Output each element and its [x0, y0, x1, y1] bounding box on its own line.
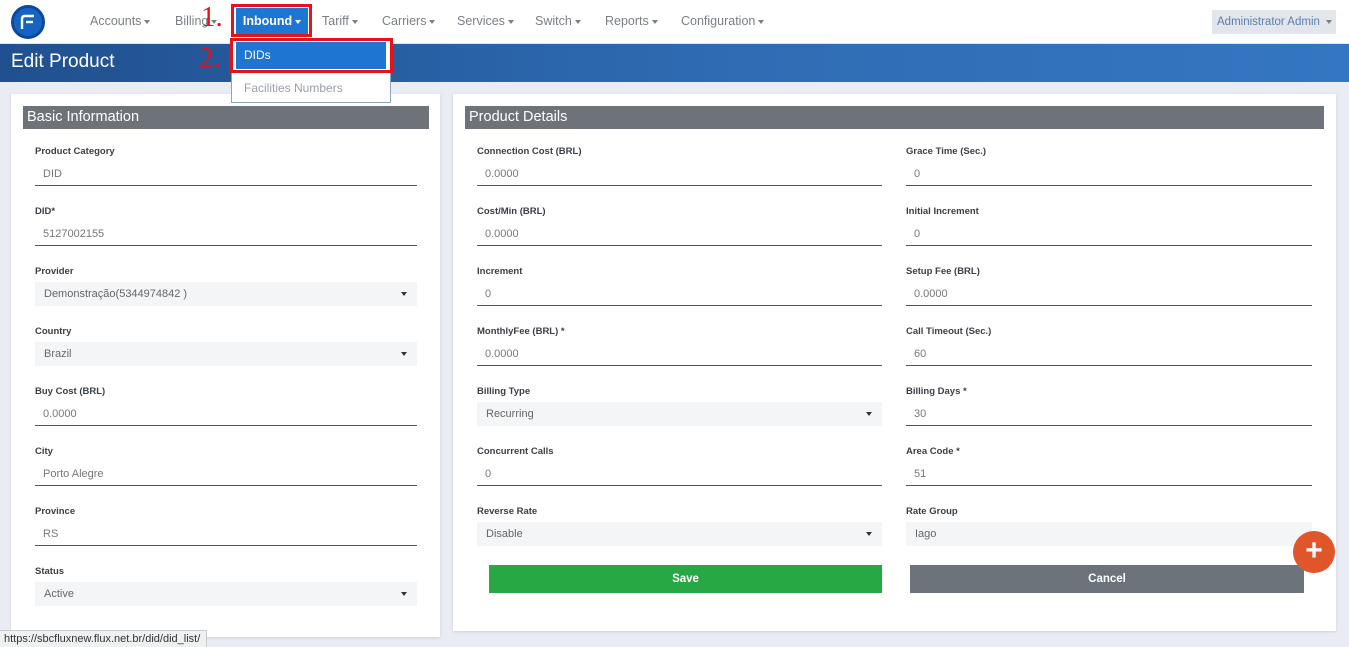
billing-days-label: Billing Days * — [906, 386, 967, 397]
annotation-step-1: 1. — [201, 1, 223, 33]
add-fab-button[interactable]: + — [1293, 531, 1335, 573]
chevron-down-icon — [401, 292, 407, 296]
connection-cost-label: Connection Cost (BRL) — [477, 146, 582, 157]
initial-increment-field[interactable]: 0 — [906, 222, 1312, 246]
concurrent-calls-label: Concurrent Calls — [477, 446, 554, 457]
billing-type-label: Billing Type — [477, 386, 531, 397]
did-label: DID* — [35, 206, 56, 217]
save-button[interactable]: Save — [489, 565, 882, 593]
reverse-rate-label: Reverse Rate — [477, 506, 538, 517]
plus-icon: + — [1305, 534, 1323, 567]
chevron-down-icon — [1325, 19, 1332, 24]
increment-field[interactable]: 0 — [477, 282, 882, 306]
cost-min-field[interactable]: 0.0000 — [477, 222, 882, 246]
user-menu[interactable]: Administrator Admin — [1212, 10, 1336, 34]
reverse-rate-select[interactable]: Disable — [477, 522, 882, 546]
province-field[interactable]: RS — [35, 522, 417, 546]
grace-time-field[interactable]: 0 — [906, 162, 1312, 186]
province-label: Province — [35, 506, 76, 517]
cost-min-label: Cost/Min (BRL) — [477, 206, 546, 217]
nav-switch[interactable]: Switch — [535, 14, 581, 28]
call-timeout-label: Call Timeout (Sec.) — [906, 326, 992, 337]
monthly-fee-field[interactable]: 0.0000 — [477, 342, 882, 366]
status-select[interactable]: Active — [35, 582, 417, 606]
link-status-bar: https://sbcfluxnew.flux.net.br/did/did_l… — [0, 630, 208, 647]
chevron-down-icon — [401, 352, 407, 356]
nav-accounts[interactable]: Accounts — [90, 14, 151, 28]
chevron-down-icon — [574, 19, 581, 24]
concurrent-calls-field[interactable]: 0 — [477, 462, 882, 486]
product-details-title: Product Details — [465, 106, 1324, 129]
basic-information-title: Basic Information — [23, 106, 429, 129]
page-title: Edit Product — [11, 51, 115, 72]
nav-services[interactable]: Services — [457, 14, 514, 28]
chevron-down-icon — [651, 19, 658, 24]
nav-reports[interactable]: Reports — [605, 14, 658, 28]
nav-carriers[interactable]: Carriers — [382, 14, 436, 28]
call-timeout-field[interactable]: 60 — [906, 342, 1312, 366]
chevron-down-icon — [429, 19, 436, 24]
inbound-dropdown-menu: DIDs Facilities Numbers — [230, 38, 393, 103]
setup-fee-field[interactable]: 0.0000 — [906, 282, 1312, 306]
product-category-field[interactable]: DID — [35, 162, 417, 186]
provider-select[interactable]: Demonstração(5344974842 ) — [35, 282, 417, 306]
did-field[interactable]: 5127002155 — [35, 222, 417, 246]
monthly-fee-label: MonthlyFee (BRL) * — [477, 326, 565, 337]
area-code-field[interactable]: 51 — [906, 462, 1312, 486]
billing-type-select[interactable]: Recurring — [477, 402, 882, 426]
basic-information-panel: Basic Information Product Category DID D… — [11, 94, 440, 637]
annotation-step-2: 2. — [199, 42, 221, 74]
rate-group-label: Rate Group — [906, 506, 958, 517]
cancel-button[interactable]: Cancel — [910, 565, 1304, 593]
chevron-down-icon — [507, 19, 514, 24]
city-field[interactable]: Porto Alegre — [35, 462, 417, 486]
chevron-down-icon — [144, 19, 151, 24]
chevron-down-icon — [401, 592, 407, 596]
grace-time-label: Grace Time (Sec.) — [906, 146, 987, 157]
status-label: Status — [35, 566, 65, 577]
country-select[interactable]: Brazil — [35, 342, 417, 366]
logo-icon — [20, 14, 34, 29]
chevron-down-icon — [866, 412, 872, 416]
highlight-box-inbound — [231, 4, 312, 37]
chevron-down-icon — [758, 19, 765, 24]
buy-cost-label: Buy Cost (BRL) — [35, 386, 106, 397]
billing-days-field[interactable]: 30 — [906, 402, 1312, 426]
chevron-down-icon — [351, 19, 358, 24]
initial-increment-label: Initial Increment — [906, 206, 979, 217]
increment-label: Increment — [477, 266, 523, 277]
nav-tariff[interactable]: Tariff — [322, 14, 358, 28]
provider-label: Provider — [35, 266, 74, 277]
connection-cost-field[interactable]: 0.0000 — [477, 162, 882, 186]
product-details-panel: Product Details Connection Cost (BRL) 0.… — [453, 94, 1336, 631]
country-label: Country — [35, 326, 72, 337]
app-logo[interactable] — [11, 5, 45, 39]
rate-group-select[interactable]: Iago — [906, 522, 1312, 546]
buy-cost-field[interactable]: 0.0000 — [35, 402, 417, 426]
menu-item-facilities-numbers[interactable]: Facilities Numbers — [244, 81, 343, 95]
chevron-down-icon — [866, 532, 872, 536]
setup-fee-label: Setup Fee (BRL) — [906, 266, 980, 277]
area-code-label: Area Code * — [906, 446, 960, 457]
nav-configuration[interactable]: Configuration — [681, 14, 765, 28]
city-label: City — [35, 446, 53, 457]
highlight-box-dids — [230, 38, 393, 73]
product-category-label: Product Category — [35, 146, 115, 157]
